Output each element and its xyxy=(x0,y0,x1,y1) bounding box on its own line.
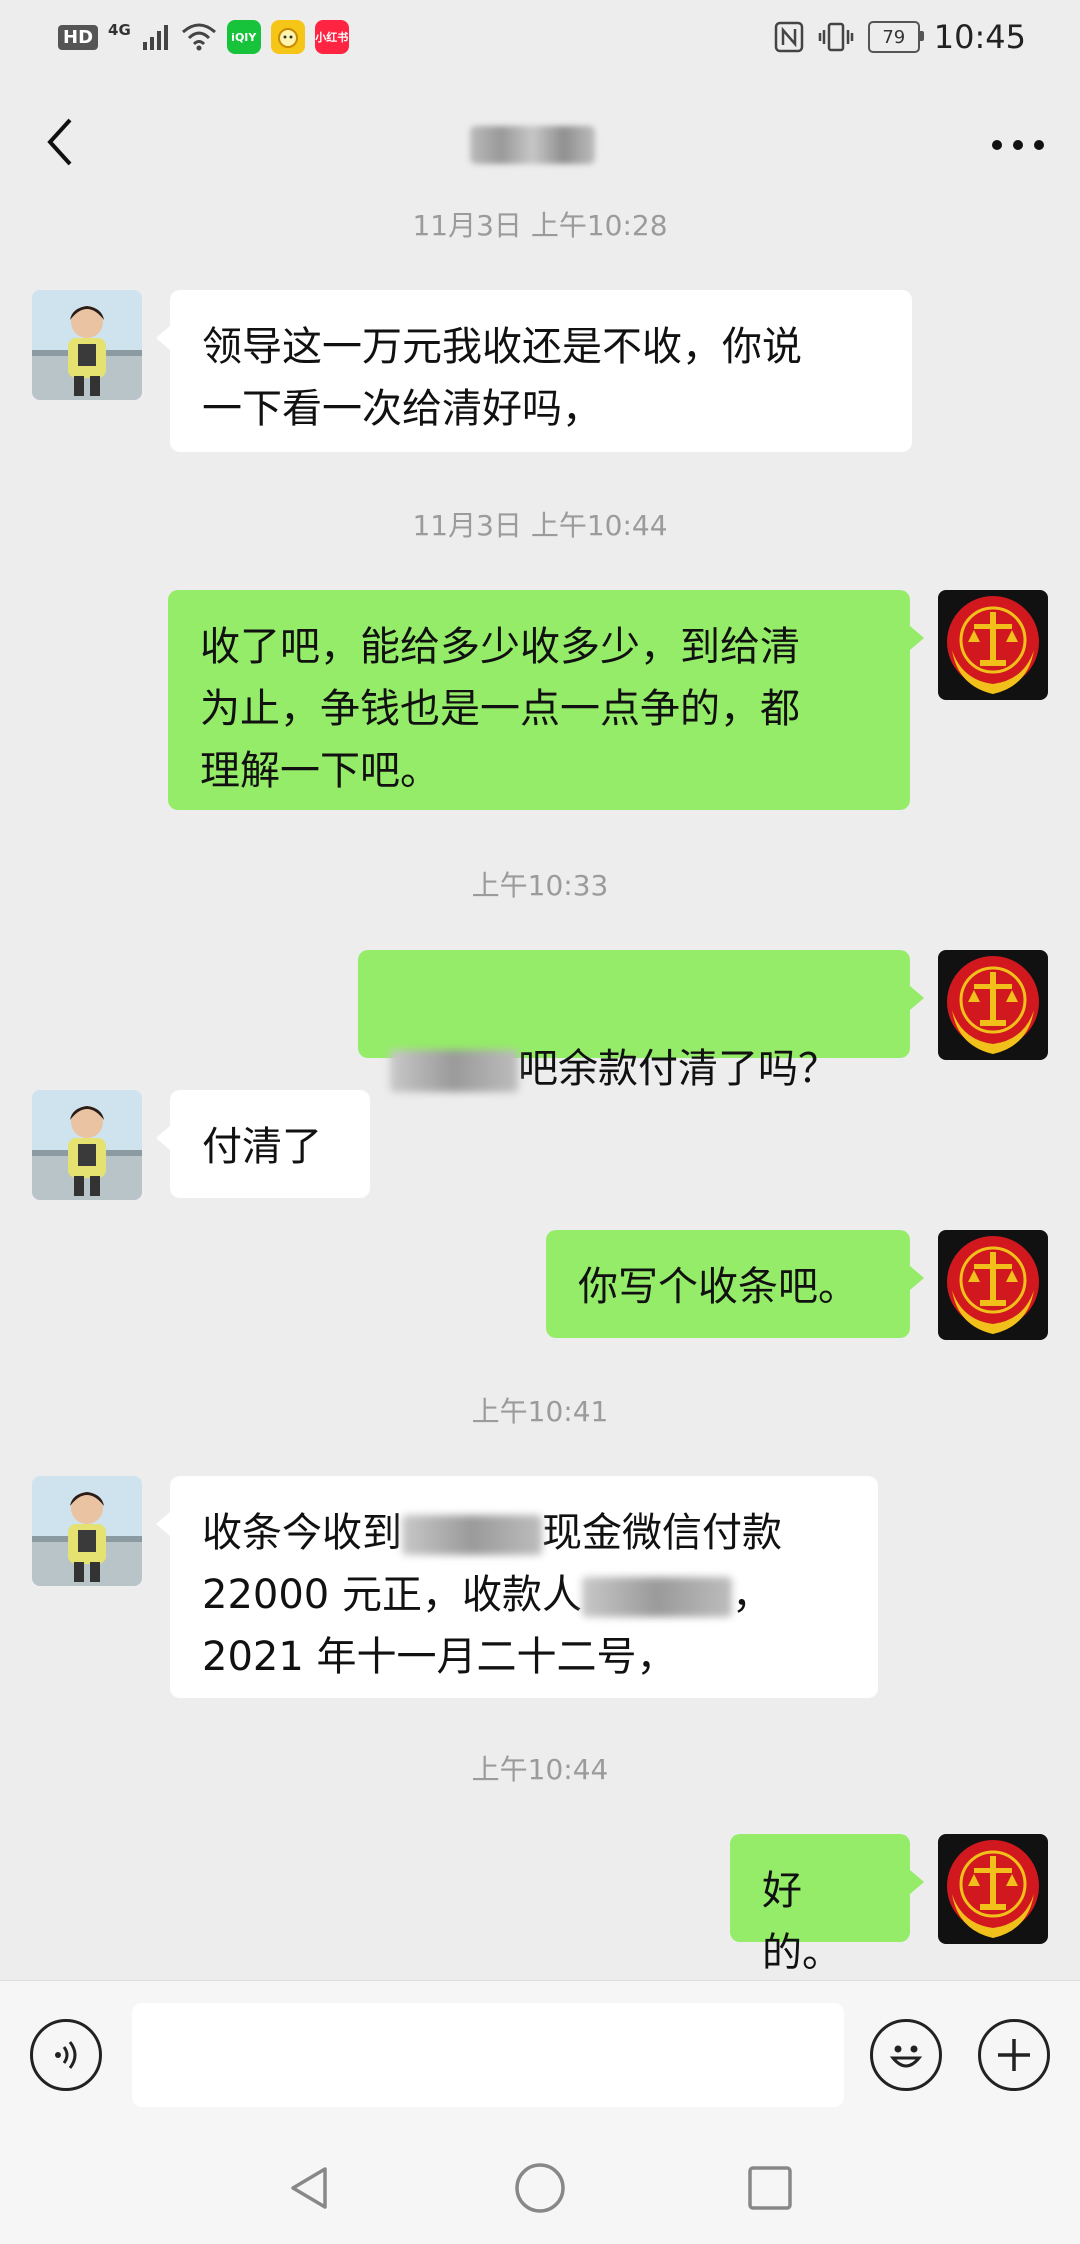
add-button[interactable] xyxy=(978,2019,1050,2091)
timestamp: 11月3日 上午10:28 xyxy=(412,209,668,242)
plus-icon xyxy=(998,2039,1030,2071)
more-button[interactable] xyxy=(986,120,1050,170)
message-input[interactable] xyxy=(132,2003,844,2107)
status-left: HD 4G iQIY 小红书 xyxy=(58,20,349,54)
my-avatar[interactable] xyxy=(938,1230,1048,1340)
status-right: 79 10:45 xyxy=(774,18,1026,56)
redacted-name xyxy=(402,1515,542,1555)
message-bubble-outgoing[interactable]: 好的。 xyxy=(730,1834,924,1976)
battery-icon: 79 xyxy=(867,21,924,53)
message-bubble-outgoing[interactable]: 你写个收条吧。 xyxy=(546,1230,924,1338)
hd-badge: HD xyxy=(58,24,99,50)
timestamp: 上午10:41 xyxy=(471,1395,609,1428)
xiaohongshu-app-icon: 小红书 xyxy=(314,20,349,54)
status-bar: HD 4G iQIY 小红书 79 10:45 xyxy=(0,0,1080,80)
message-text: 吧余款付清了吗？ xyxy=(518,1046,838,1092)
chat-title-redacted xyxy=(470,126,595,164)
redacted-name xyxy=(390,1050,518,1092)
timestamp: 上午10:44 xyxy=(471,1753,609,1786)
message-bubble-outgoing[interactable]: 吧余款付清了吗？ xyxy=(358,950,924,1092)
contact-avatar[interactable] xyxy=(32,290,142,400)
circle-home-icon xyxy=(515,2163,565,2213)
game-app-icon xyxy=(270,20,305,54)
message-bubble-incoming[interactable]: 领导这一万元我收还是不收，你说 一下看一次给清好吗， xyxy=(156,290,912,452)
my-avatar[interactable] xyxy=(938,1834,1048,1944)
chevron-left-icon xyxy=(47,118,72,166)
receipt-line-2: 22000 元正，收款人， xyxy=(202,1572,772,1618)
square-recents-icon xyxy=(748,2166,792,2210)
clock: 10:45 xyxy=(933,18,1026,56)
triangle-back-icon xyxy=(291,2167,327,2209)
chat-header xyxy=(0,90,1080,200)
message-bubble-incoming[interactable]: 收条今收到 现金微信付款 22000 元正，收款人， 2021 年十一月二十二号， xyxy=(156,1476,878,1698)
emoji-button[interactable] xyxy=(870,2019,942,2091)
back-button[interactable] xyxy=(30,112,90,172)
my-avatar[interactable] xyxy=(938,950,1048,1060)
voice-button[interactable] xyxy=(30,2019,102,2091)
timestamp: 上午10:33 xyxy=(471,869,609,902)
smiley-icon xyxy=(889,2045,923,2068)
nav-home-button[interactable] xyxy=(510,2158,570,2218)
receipt-line-1: 收条今收到 现金微信付款 xyxy=(202,1510,782,1556)
contact-avatar[interactable] xyxy=(32,1476,142,1586)
timestamp: 11月3日 上午10:44 xyxy=(412,509,668,542)
more-dots-icon xyxy=(992,140,1044,150)
contact-avatar[interactable] xyxy=(32,1090,142,1200)
signal-icon xyxy=(142,25,168,50)
my-avatar[interactable] xyxy=(938,590,1048,700)
message-bubble-incoming[interactable]: 付清了 xyxy=(156,1090,370,1198)
input-bar xyxy=(0,1980,1080,2131)
nav-recents-button[interactable] xyxy=(740,2158,800,2218)
nav-back-button[interactable] xyxy=(280,2158,340,2218)
network-type: 4G xyxy=(108,21,131,39)
iqiyi-app-icon: iQIY xyxy=(226,20,261,54)
receipt-line-3: 2021 年十一月二十二号， xyxy=(202,1634,677,1680)
voice-icon xyxy=(55,2041,77,2069)
vibrate-icon xyxy=(818,22,854,52)
wifi-icon xyxy=(181,23,216,51)
message-bubble-outgoing[interactable]: 收了吧，能给多少收多少，到给清 为止，争钱也是一点一点争的，都 理解一下吧。 xyxy=(168,590,924,810)
system-nav-bar xyxy=(0,2130,1080,2244)
nfc-icon xyxy=(774,21,804,53)
redacted-name xyxy=(581,1577,732,1617)
